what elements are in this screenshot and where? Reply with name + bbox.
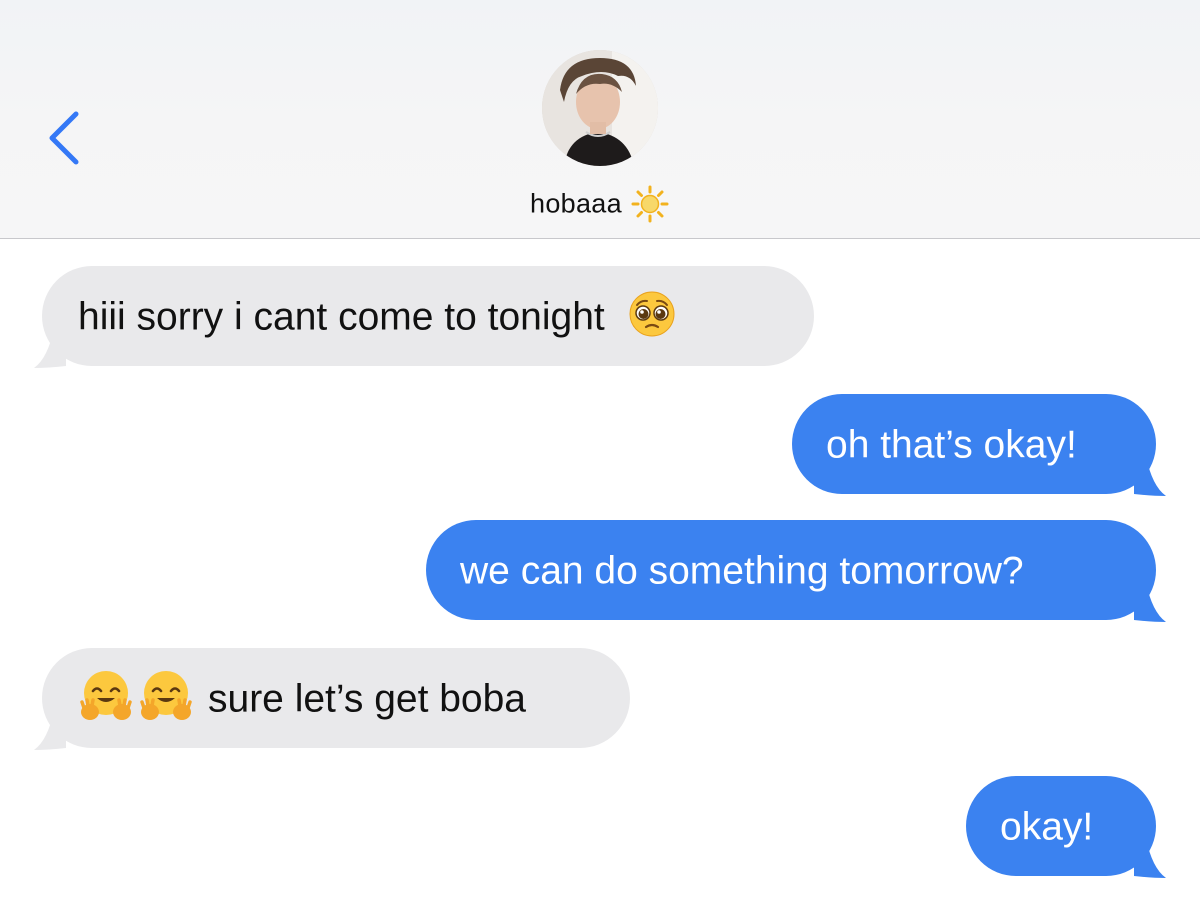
chevron-left-icon — [49, 111, 79, 165]
message-text: oh that’s okay! — [826, 423, 1077, 467]
message-text: sure let’s get boba — [208, 677, 526, 721]
back-button[interactable] — [36, 100, 96, 176]
contact-name-text: hobaaa — [530, 188, 622, 219]
hugging-face-icon — [80, 670, 132, 720]
message-bubble-outgoing[interactable]: we can do something tomorrow? — [426, 520, 1156, 620]
message-bubble-incoming[interactable]: hiii sorry i cant come to tonight — [42, 266, 814, 366]
contact-name[interactable]: hobaaa — [0, 184, 1200, 224]
pleading-face-icon — [629, 291, 675, 337]
message-text: hiii sorry i cant come to tonight — [78, 295, 605, 339]
message-text: we can do something tomorrow? — [460, 549, 1024, 593]
sun-icon — [631, 185, 669, 223]
message-bubble-outgoing[interactable]: oh that’s okay! — [792, 394, 1156, 494]
avatar[interactable] — [542, 50, 658, 166]
message-bubble-outgoing[interactable]: okay! — [966, 776, 1156, 876]
contact-photo — [542, 50, 658, 166]
conversation-header: hobaaa — [0, 0, 1200, 239]
hugging-face-icon — [140, 670, 192, 720]
message-bubble-incoming[interactable]: sure let’s get boba — [42, 648, 630, 748]
message-text: okay! — [1000, 805, 1094, 849]
